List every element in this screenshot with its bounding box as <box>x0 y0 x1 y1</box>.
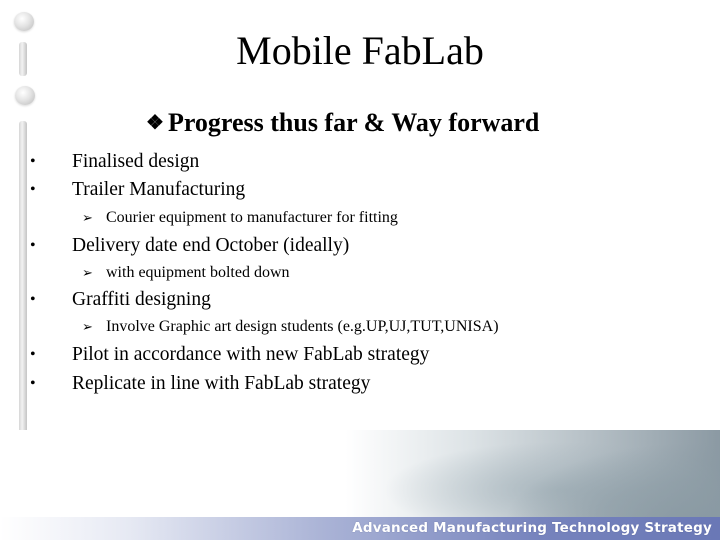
bullet-icon: • <box>30 181 36 198</box>
sub-bullet-text: Courier equipment to manufacturer for fi… <box>106 209 398 226</box>
decor-ball-icon <box>15 86 35 105</box>
bullet-text: Graffiti designing <box>72 289 211 310</box>
sub-bullet-text: with equipment bolted down <box>106 264 290 281</box>
footer-banner-text: Advanced Manufacturing Technology Strate… <box>352 520 712 536</box>
slide-subtitle: ❖ Progress thus far & Way forward <box>146 106 539 142</box>
bullet-text: Replicate in line with FabLab strategy <box>72 373 371 394</box>
arrow-bullet-icon: ➢ <box>82 265 93 280</box>
decor-bar <box>19 121 27 446</box>
subtitle-text: Progress thus far & Way forward <box>167 108 540 137</box>
bullet-text: Delivery date end October (ideally) <box>72 235 350 256</box>
bullet-text: Trailer Manufacturing <box>72 179 246 200</box>
slide-title: Mobile FabLab <box>236 28 484 73</box>
arrow-bullet-icon: ➢ <box>82 210 93 225</box>
diamond-bullet-icon: ❖ <box>146 112 164 134</box>
sub-bullet-text: Involve Graphic art design students (e.g… <box>106 318 499 335</box>
bullet-icon: • <box>30 237 36 254</box>
arrow-bullet-icon: ➢ <box>82 319 93 334</box>
bullet-icon: • <box>30 153 36 170</box>
bullet-icon: • <box>30 375 36 392</box>
footer-scenic-image <box>0 430 720 517</box>
bullet-text: Pilot in accordance with new FabLab stra… <box>72 344 430 365</box>
bullet-icon: • <box>30 291 36 308</box>
bullet-icon: • <box>30 346 36 363</box>
bullet-text: Finalised design <box>72 151 200 172</box>
